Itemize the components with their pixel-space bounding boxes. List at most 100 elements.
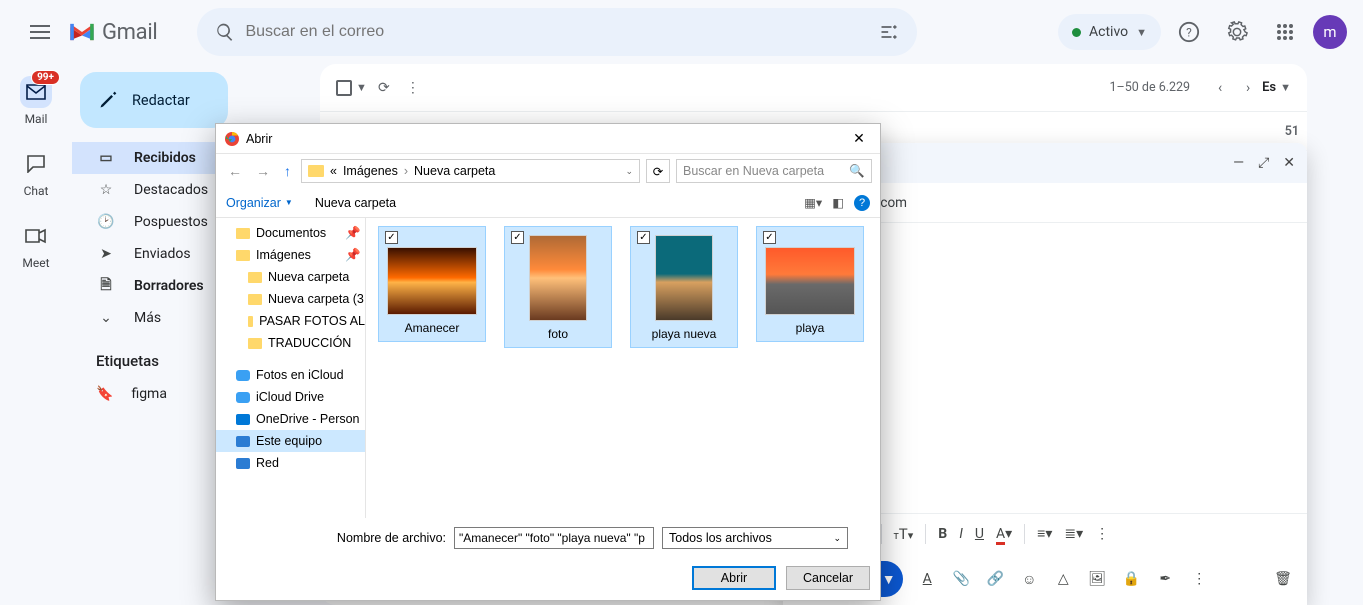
checkbox-icon[interactable]: ✓ <box>511 231 524 244</box>
input-language-button[interactable]: Es▼ <box>1262 80 1291 95</box>
align-button[interactable]: ≡▾ <box>1037 525 1052 542</box>
insert-photo-button[interactable]: 🖼 <box>1087 571 1107 587</box>
underline-button[interactable]: U <box>975 526 984 542</box>
settings-button[interactable] <box>1217 12 1257 52</box>
status-dot-icon <box>1072 28 1081 37</box>
chevron-down-icon[interactable]: ⌄ <box>625 166 633 177</box>
tree-node[interactable]: Nueva carpeta <box>216 266 365 288</box>
search-input[interactable] <box>245 23 869 41</box>
rail-chat[interactable]: Chat <box>8 148 64 198</box>
folder-tree[interactable]: Documentos 📌 Imágenes📌Nueva carpeta Nueva c… <box>216 218 366 518</box>
dialog-titlebar[interactable]: Abrir ✕ <box>216 124 880 154</box>
insert-link-button[interactable]: 🔗 <box>985 571 1005 587</box>
nav-refresh-button[interactable]: ⟳ <box>646 159 670 183</box>
tree-node[interactable]: TRADUCCIÓN <box>216 332 365 354</box>
maximize-icon[interactable]: ⤢ <box>1258 155 1269 171</box>
next-page-button[interactable]: › <box>1234 68 1262 108</box>
list-button[interactable]: ≣▾ <box>1064 526 1083 542</box>
dialog-nav: ← → ↑ « Imágenes › Nueva carpeta ⌄ ⟳ Bus… <box>216 154 880 188</box>
file-thumbnail[interactable]: ✓playa <box>756 226 864 342</box>
tree-node[interactable]: Documentos 📌 <box>216 222 365 244</box>
chevron-down-icon: ▼ <box>1280 81 1291 94</box>
search-options-icon[interactable] <box>869 12 909 52</box>
organize-menu[interactable]: Organizar▼ <box>226 196 293 210</box>
tree-node[interactable]: PASAR FOTOS AL <box>216 310 365 332</box>
checkbox-icon[interactable]: ✓ <box>637 231 650 244</box>
rail-mail[interactable]: 99+ Mail <box>8 76 64 126</box>
insert-emoji-button[interactable]: ☺ <box>1019 571 1039 588</box>
cancel-button[interactable]: Cancelar <box>786 566 870 590</box>
path-breadcrumb[interactable]: « Imágenes › Nueva carpeta ⌄ <box>301 159 640 183</box>
file-thumbnail[interactable]: ✓playa nueva <box>630 226 738 348</box>
dialog-search[interactable]: Buscar en Nueva carpeta🔍 <box>676 159 872 183</box>
view-mode-button[interactable]: ▦▾ <box>804 195 822 210</box>
compose-button[interactable]: Redactar <box>80 72 228 128</box>
tree-node[interactable]: Este equipo <box>216 430 365 452</box>
nav-back-button[interactable]: ← <box>224 163 246 179</box>
signature-button[interactable]: ✒ <box>1155 571 1175 587</box>
pin-icon: 📌 <box>345 226 361 241</box>
tree-node[interactable]: Fotos en iCloud <box>216 364 365 386</box>
more-button[interactable]: ⋮ <box>401 68 425 108</box>
refresh-button[interactable]: ⟳ <box>367 68 401 108</box>
tree-label: iCloud Drive <box>256 390 324 404</box>
tree-node[interactable]: Red <box>216 452 365 474</box>
tree-label: Documentos <box>256 226 326 240</box>
close-icon[interactable]: ✕ <box>1283 155 1295 171</box>
minimize-icon[interactable]: — <box>1233 155 1244 171</box>
path-seg[interactable]: Imágenes <box>343 164 398 178</box>
prev-page-button[interactable]: ‹ <box>1206 68 1234 108</box>
preview-pane-button[interactable]: ◧ <box>832 195 844 210</box>
search-icon[interactable] <box>205 12 245 52</box>
file-thumbnail[interactable]: ✓Amanecer <box>378 226 486 342</box>
apps-button[interactable] <box>1265 12 1305 52</box>
tree-label: Este equipo <box>256 434 322 448</box>
tree-label: Nueva carpeta (3 <box>268 292 364 306</box>
cloud-icon <box>236 370 250 381</box>
text-format-toggle[interactable]: A <box>917 571 937 587</box>
gmail-logo[interactable]: Gmail <box>68 20 157 45</box>
insert-drive-button[interactable]: △ <box>1053 571 1073 587</box>
checkbox-icon[interactable]: ✓ <box>385 231 398 244</box>
open-button[interactable]: Abrir <box>692 566 776 590</box>
chevron-down-icon: ⌄ <box>833 533 841 544</box>
nav-up-button[interactable]: ↑ <box>280 163 295 179</box>
file-grid[interactable]: ✓Amanecer✓foto✓playa nueva✓playa <box>366 218 880 518</box>
select-all-checkbox[interactable]: ▼ <box>336 80 367 96</box>
confidential-button[interactable]: 🔒 <box>1121 571 1141 587</box>
tree-node[interactable]: iCloud Drive <box>216 386 365 408</box>
tag-icon: 🔖 <box>96 386 113 402</box>
main-menu-button[interactable] <box>16 8 64 56</box>
italic-button[interactable]: I <box>959 526 963 542</box>
tree-node[interactable]: OneDrive - Person <box>216 408 365 430</box>
compose-label: Redactar <box>132 92 190 109</box>
path-seg[interactable]: Nueva carpeta <box>414 164 495 178</box>
checkbox-icon[interactable]: ✓ <box>763 231 776 244</box>
help-button[interactable]: ? <box>1169 12 1209 52</box>
tree-node[interactable]: Nueva carpeta (3 <box>216 288 365 310</box>
file-thumbnail[interactable]: ✓foto <box>504 226 612 348</box>
tree-node[interactable]: Imágenes📌 <box>216 244 365 266</box>
new-folder-button[interactable]: Nueva carpeta <box>315 196 396 210</box>
attach-file-button[interactable]: 📎 <box>951 571 971 587</box>
folder-icon <box>308 165 324 177</box>
dialog-close-button[interactable]: ✕ <box>846 130 872 147</box>
status-pill[interactable]: Activo ▼ <box>1058 14 1161 50</box>
bold-button[interactable]: B <box>938 526 947 542</box>
help-icon[interactable]: ? <box>854 195 870 211</box>
filename-input[interactable] <box>454 527 654 549</box>
account-avatar[interactable]: m <box>1313 15 1347 49</box>
more-options-button[interactable]: ⋮ <box>1189 571 1209 587</box>
nav-forward-button[interactable]: → <box>252 163 274 179</box>
discard-draft-button[interactable]: 🗑 <box>1273 571 1293 587</box>
list-toolbar: ▼ ⟳ ⋮ 1–50 de 6.229 ‹ › Es▼ <box>320 64 1307 112</box>
search-bar[interactable] <box>197 8 917 56</box>
file-type-filter[interactable]: Todos los archivos⌄ <box>662 527 848 549</box>
app-rail: 99+ Mail Chat Meet <box>0 64 72 605</box>
search-icon: 🔍 <box>849 164 865 179</box>
font-size-button[interactable]: тT▾ <box>894 525 914 543</box>
rail-meet[interactable]: Meet <box>8 220 64 270</box>
more-format-button[interactable]: ⋮ <box>1095 526 1109 542</box>
text-color-button[interactable]: A▾ <box>996 526 1012 542</box>
tree-label: Imágenes <box>256 248 311 262</box>
